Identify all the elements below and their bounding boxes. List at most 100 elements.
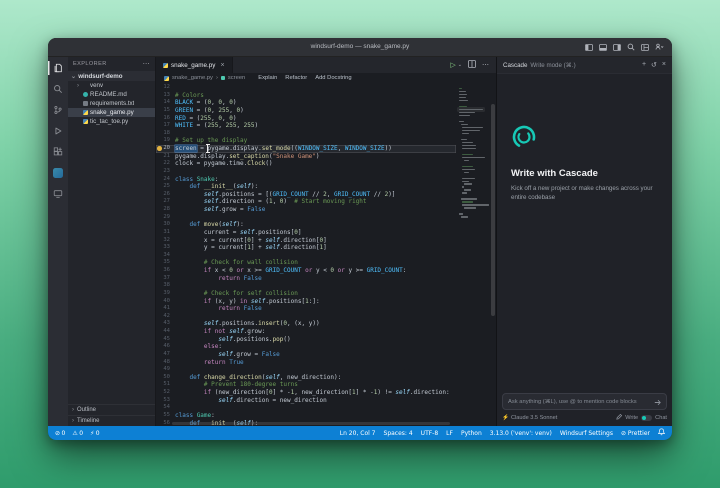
code-line-22[interactable]: 22 clock = pygame.time.Clock() [156,160,456,168]
code-line-48[interactable]: 48 return True [156,359,456,367]
file-item-tic_tac_toe.py[interactable]: tic_tac_toe.py [68,117,155,126]
code-line-14[interactable]: 14 BLACK = (0, 0, 0) [156,99,456,107]
account-menu-icon[interactable] [655,43,664,51]
code-line-38[interactable]: 38 [156,282,456,290]
code-line-43[interactable]: 43 self.positions.insert(0, (x, y)) [156,320,456,328]
vertical-scrollbar[interactable] [491,83,495,426]
search-view-icon[interactable] [48,82,68,96]
status-windsurf-settings[interactable]: Windsurf Settings [560,430,613,437]
code-line-45[interactable]: 45 self.positions.pop() [156,336,456,344]
file-item-snake_game.py[interactable]: snake_game.py [68,108,155,117]
code-line-21[interactable]: 21 pygame.display.set_caption("Snake Game… [156,153,456,161]
cascade-input[interactable]: Ask anything (⌘L), use @ to mention code… [502,393,667,410]
code-line-27[interactable]: 27 self.direction = (1, 0) # Start movin… [156,198,456,206]
code-line-12[interactable]: 12 [156,84,456,92]
code-line-18[interactable]: 18 [156,130,456,138]
status-lf[interactable]: LF [446,430,453,437]
code-line-35[interactable]: 35 # Check for wall collision [156,259,456,267]
toggle-sidebar-right-icon[interactable] [613,43,621,51]
code-line-34[interactable]: 34 [156,252,456,260]
cascade-history-icon[interactable]: ↺ [651,61,657,69]
code-line-54[interactable]: 54 [156,404,456,412]
run-debug-icon[interactable] [48,124,68,138]
code-line-44[interactable]: 44 if not self.grow: [156,328,456,336]
code-line-33[interactable]: 33 y = current[1] + self.direction[1] [156,244,456,252]
code-line-15[interactable]: 15 GREEN = (0, 255, 0) [156,107,456,115]
status-usage[interactable]: ⚡ 0 [90,430,100,437]
lens-action-add-docstring[interactable]: Add Docstring [315,75,351,81]
status-spaces-4[interactable]: Spaces: 4 [384,430,413,437]
code-line-52[interactable]: 52 if (new_direction[0] * -1, new_direct… [156,389,456,397]
breadcrumb-file[interactable]: snake_game.py [172,75,213,81]
status-utf-8[interactable]: UTF-8 [421,430,439,437]
file-item-README.md[interactable]: README.md [68,90,155,99]
code-line-17[interactable]: 17 WHITE = (255, 255, 255) [156,122,456,130]
lightbulb-icon[interactable] [157,146,162,151]
breadcrumb-symbol[interactable]: screen [228,75,245,81]
code-line-19[interactable]: 19 # Set up the display [156,137,456,145]
code-line-47[interactable]: 47 self.grow = False [156,351,456,359]
code-line-55[interactable]: 55 class Game: [156,412,456,420]
code-line-13[interactable]: 13 # Colors [156,92,456,100]
code-line-20[interactable]: 20 screen = pygame.display.set_mode((WIND… [156,145,456,153]
customize-layout-icon[interactable] [641,43,649,51]
code-line-40[interactable]: 40 if (x, y) in self.positions[1:]: [156,298,456,306]
model-selector[interactable]: ⚡ Claude 3.5 Sonnet [502,415,557,421]
tab-snake-game[interactable]: snake_game.py × [156,57,233,73]
explorer-icon[interactable] [48,61,68,75]
source-control-icon[interactable] [48,103,68,117]
code-editor[interactable]: 12 13 # Colors 14 BLACK = (0, 0, 0) 15 GREEN … [156,83,496,426]
run-python-file-icon[interactable]: ▷ [450,61,455,69]
file-item-requirements.txt[interactable]: requirements.txt [68,99,155,108]
toggle-sidebar-left-icon[interactable] [585,43,593,51]
workspace-root-folder[interactable]: ⌄ windsurf-demo [68,71,155,81]
code-line-32[interactable]: 32 x = current[0] + self.direction[0] [156,237,456,245]
tab-close-icon[interactable]: × [220,62,224,69]
code-line-39[interactable]: 39 # Check for self collision [156,290,456,298]
mode-toggle[interactable] [641,414,653,421]
code-line-42[interactable]: 42 [156,313,456,321]
minimap[interactable] [459,85,490,219]
code-line-29[interactable]: 29 [156,214,456,222]
status-errors[interactable]: ⊘ 0 [55,430,65,437]
send-icon[interactable] [654,393,661,411]
section-outline[interactable]: › Outline [68,404,155,415]
explorer-more-actions-icon[interactable]: ⋯ [143,60,150,68]
remote-explorer-icon[interactable] [48,187,68,201]
lens-action-explain[interactable]: Explain [258,75,277,81]
cascade-new-chat-icon[interactable]: + [642,61,646,69]
run-dropdown-icon[interactable]: ⌄ [458,62,462,68]
extensions-icon[interactable] [48,145,68,159]
toggle-panel-icon[interactable] [599,43,607,51]
file-item-venv[interactable]: › venv [68,81,155,90]
code-line-51[interactable]: 51 # Prevent 180-degree turns [156,381,456,389]
code-line-25[interactable]: 25 def __init__(self): [156,183,456,191]
section-timeline[interactable]: › Timeline [68,415,155,426]
code-line-41[interactable]: 41 return False [156,305,456,313]
code-line-53[interactable]: 53 self.direction = new_direction [156,397,456,405]
code-line-31[interactable]: 31 current = self.positions[0] [156,229,456,237]
horizontal-scrollbar[interactable] [172,422,450,425]
code-line-46[interactable]: 46 else: [156,343,456,351]
code-line-16[interactable]: 16 RED = (255, 0, 0) [156,115,456,123]
notifications-bell-icon[interactable] [657,428,666,438]
status-python[interactable]: Python [461,430,482,437]
code-line-30[interactable]: 30 def move(self): [156,221,456,229]
code-line-36[interactable]: 36 if x < 0 or x >= GRID_COUNT or y < 0 … [156,267,456,275]
code-line-50[interactable]: 50 def change_direction(self, new_direct… [156,374,456,382]
windsurf-plugin-icon[interactable] [48,166,68,180]
write-mode-label[interactable]: Write [625,415,638,421]
lens-action-refactor[interactable]: Refactor [285,75,307,81]
status-3-13-0-venv-venv[interactable]: 3.13.0 ('venv': venv) [490,430,552,437]
code-line-28[interactable]: 28 self.grow = False [156,206,456,214]
split-editor-icon[interactable] [468,60,476,70]
editor-more-actions-icon[interactable]: ⋯ [482,61,489,69]
status-ln-20-col-7[interactable]: Ln 20, Col 7 [340,430,376,437]
status-warnings[interactable]: ⚠ 0 [72,430,83,437]
cascade-close-icon[interactable]: × [662,61,666,69]
search-icon[interactable] [627,43,635,51]
status-prettier[interactable]: ⊘ Prettier [621,430,650,437]
code-line-49[interactable]: 49 [156,366,456,374]
code-line-23[interactable]: 23 [156,168,456,176]
chat-mode-label[interactable]: Chat [655,415,667,421]
